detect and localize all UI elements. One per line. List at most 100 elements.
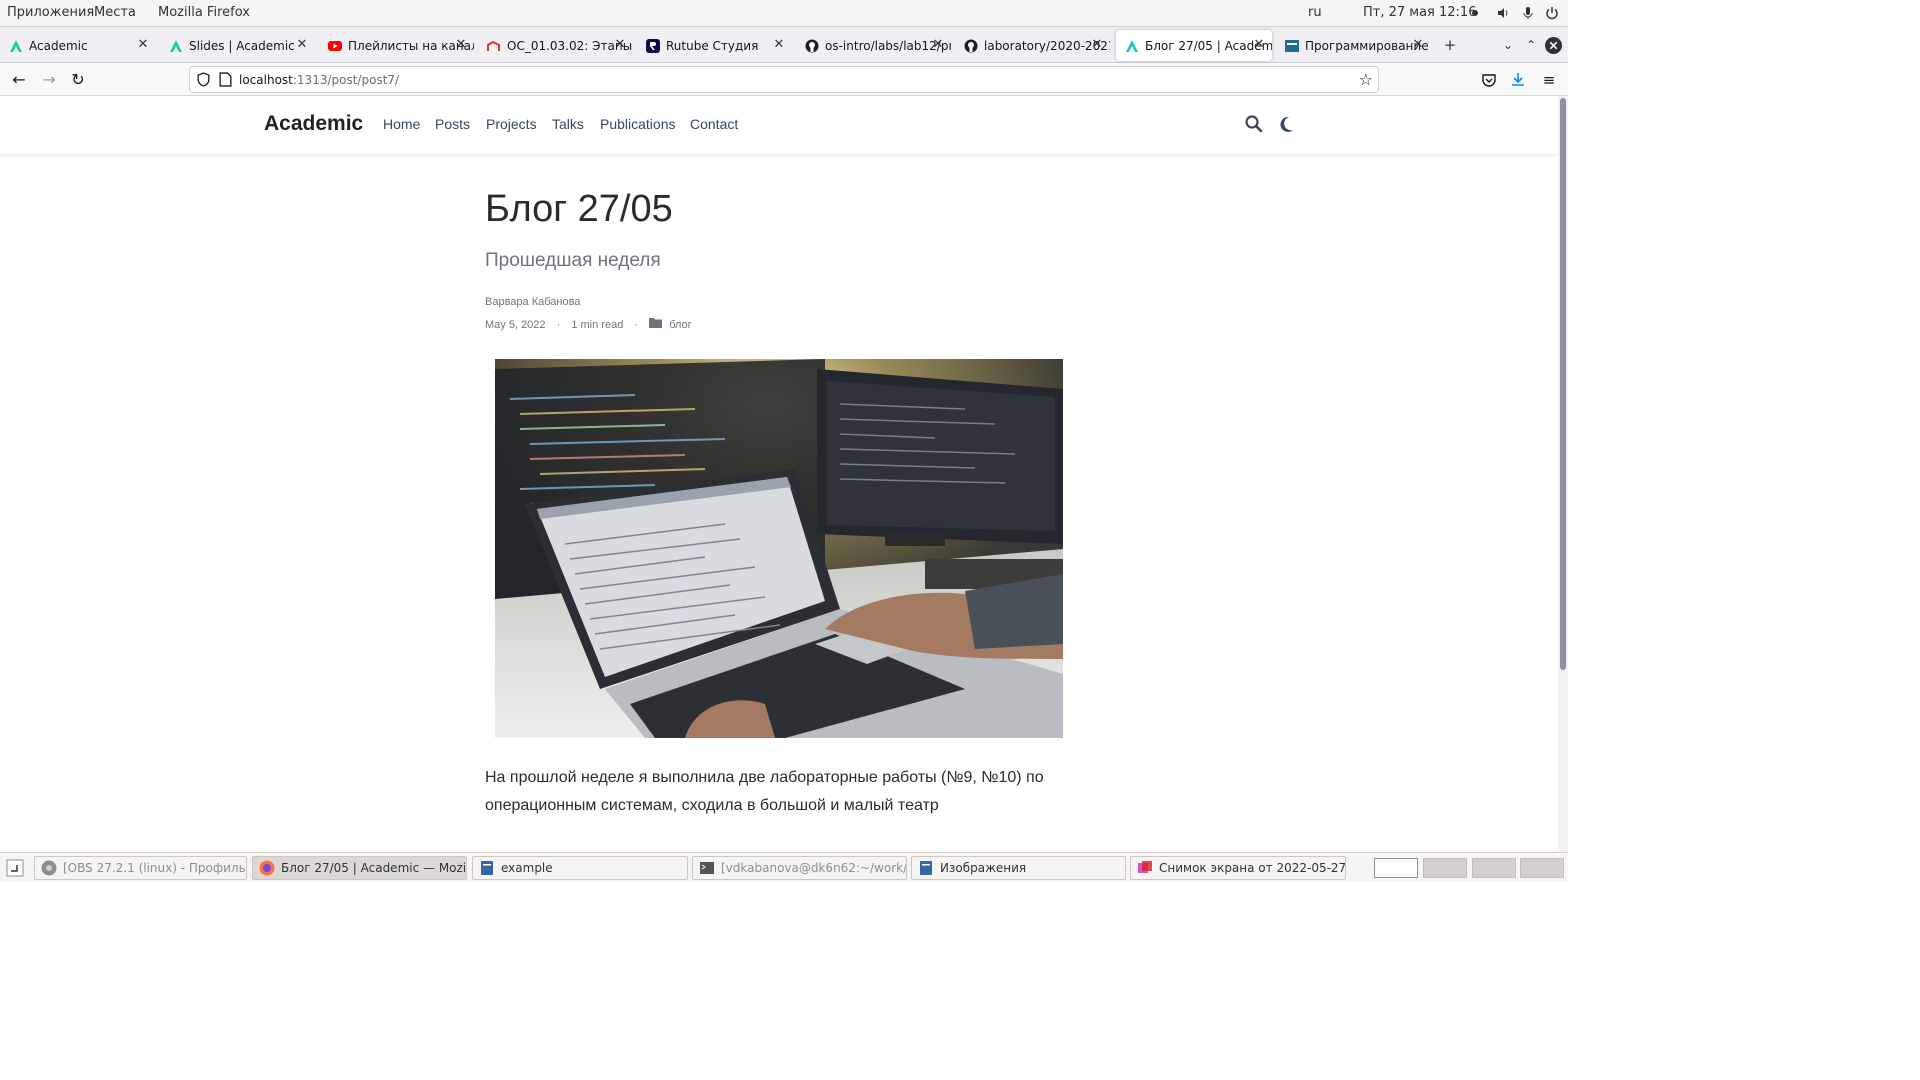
terminal-icon	[700, 862, 714, 874]
scrollbar-thumb[interactable]	[1560, 98, 1566, 670]
browser-toolbar: ← → ↻ localhost:1313/post/post7/ ☆ ≡	[0, 63, 1568, 96]
post-subtitle: Прошедшая неделя	[485, 250, 661, 271]
list-tabs-chevron-icon[interactable]: ⌄	[1498, 35, 1518, 55]
nav-home[interactable]: Home	[383, 116, 420, 132]
tab-slides-academic[interactable]: Slides | Academic ✕	[160, 30, 315, 61]
forward-arrow-icon[interactable]: →	[38, 69, 60, 91]
post-title: Блог 27/05	[485, 188, 673, 230]
tab-youtube-playlists[interactable]: Плейлисты на канал ✕	[319, 30, 474, 61]
task-label: [OBS 27.2.1 (linux) - Профиль: Бе...	[63, 861, 247, 875]
site-brand[interactable]: Academic	[264, 112, 363, 136]
task-images[interactable]: Изображения	[911, 856, 1126, 880]
tab-rutube-studio[interactable]: Rutube Студия ✕	[637, 30, 792, 61]
nav-posts[interactable]: Posts	[435, 116, 470, 132]
document-icon	[920, 861, 932, 875]
workspace-1[interactable]	[1374, 858, 1418, 878]
window-list-taskbar: [OBS 27.2.1 (linux) - Профиль: Бе... Бло…	[0, 852, 1568, 882]
featured-image-laptop-code	[495, 359, 1063, 738]
nav-publications[interactable]: Publications	[600, 116, 676, 132]
meta-separator: ·	[556, 319, 561, 332]
task-firefox[interactable]: Блог 27/05 | Academic — Mozilla ...	[252, 856, 467, 880]
workspace-4[interactable]	[1520, 858, 1564, 878]
folder-icon	[649, 318, 663, 328]
close-icon[interactable]: ✕	[931, 38, 945, 52]
site-icon	[1285, 39, 1299, 52]
nav-projects[interactable]: Projects	[486, 116, 537, 132]
task-screenshot[interactable]: Снимок экрана от 2022-05-27 12-...	[1130, 856, 1346, 880]
close-icon[interactable]: ✕	[1252, 38, 1266, 52]
post-body: На прошлой неделе я выполнила две лабора…	[485, 769, 1044, 814]
task-terminal[interactable]: [vdkabanova@dk6n62:~/work/stu...	[692, 856, 907, 880]
rutube-icon	[646, 38, 660, 53]
tab-programming[interactable]: Программирование ✕	[1276, 30, 1431, 61]
close-icon[interactable]: ✕	[613, 38, 627, 52]
back-arrow-icon[interactable]: ←	[8, 69, 30, 91]
tab-academic[interactable]: Academic ✕	[0, 30, 156, 61]
task-label: example	[501, 861, 553, 875]
tab-os-course[interactable]: ОС_01.03.02: Этапы р ✕	[478, 30, 633, 61]
task-label: Изображения	[940, 861, 1027, 875]
close-icon[interactable]: ✕	[1411, 38, 1425, 52]
power-icon[interactable]	[1545, 6, 1559, 20]
places-menu[interactable]: Места	[94, 5, 136, 20]
url-text[interactable]: localhost:1313/post/post7/	[239, 73, 399, 87]
url-host: localhost	[239, 73, 293, 87]
post-date: May 5, 2022	[485, 319, 546, 332]
clock[interactable]: Пт, 27 мая 12:16	[1363, 5, 1476, 20]
applications-menu[interactable]: Приложения	[7, 5, 94, 20]
bookmark-star-icon[interactable]: ☆	[1359, 70, 1373, 89]
meta-separator: ·	[634, 319, 639, 332]
pocket-icon[interactable]	[1481, 72, 1497, 88]
nav-talks[interactable]: Talks	[552, 116, 584, 132]
firefox-icon	[259, 860, 275, 876]
dark-mode-moon-icon[interactable]	[1276, 114, 1296, 134]
keyboard-language[interactable]: ru	[1308, 5, 1322, 20]
post-author[interactable]: Варвара Кабанова	[485, 296, 580, 308]
close-icon[interactable]: ✕	[1090, 38, 1104, 52]
page-info-icon[interactable]	[219, 72, 232, 87]
workspace-3[interactable]	[1472, 858, 1516, 878]
record-indicator-icon	[1472, 10, 1478, 16]
search-icon[interactable]	[1244, 114, 1264, 134]
microphone-icon[interactable]	[1521, 6, 1535, 20]
address-bar[interactable]: localhost:1313/post/post7/ ☆	[189, 66, 1379, 93]
task-label: Блог 27/05 | Academic — Mozilla ...	[281, 861, 467, 875]
downloads-icon[interactable]	[1510, 71, 1526, 87]
tab-github-laboratory[interactable]: laboratory/2020-2021 ✕	[955, 30, 1110, 61]
close-icon[interactable]: ✕	[295, 38, 309, 52]
task-example[interactable]: example	[472, 856, 688, 880]
moodle-icon	[487, 40, 500, 51]
url-path: :1313/post/post7/	[292, 73, 400, 87]
post-category[interactable]: блог	[669, 319, 691, 331]
volume-icon[interactable]	[1496, 6, 1510, 20]
academic-icon	[170, 39, 182, 52]
shield-icon[interactable]	[196, 72, 211, 87]
youtube-icon	[328, 40, 342, 51]
new-tab-button[interactable]: +	[1440, 35, 1460, 55]
close-icon[interactable]: ✕	[136, 38, 150, 52]
screenshot-icon	[1138, 861, 1152, 873]
nav-contact[interactable]: Contact	[690, 116, 738, 132]
post-meta: May 5, 2022 · 1 min read · блог	[485, 317, 692, 331]
window-close-icon[interactable]	[1545, 37, 1562, 54]
web-page: Academic Home Posts Projects Talks Publi…	[0, 96, 1558, 852]
post-read-time: 1 min read	[571, 319, 624, 332]
close-icon[interactable]: ✕	[454, 38, 468, 52]
browser-tab-strip: Academic ✕ Slides | Academic ✕ Плейлисты…	[0, 27, 1568, 63]
close-icon[interactable]: ✕	[772, 38, 786, 52]
obs-icon	[41, 860, 57, 876]
workspace-2[interactable]	[1423, 858, 1467, 878]
show-desktop-icon[interactable]	[6, 859, 24, 877]
window-maximize-icon[interactable]: ⌃	[1521, 35, 1541, 55]
github-icon	[964, 39, 978, 52]
page-scrollbar[interactable]	[1558, 96, 1568, 852]
task-obs[interactable]: [OBS 27.2.1 (linux) - Профиль: Бе...	[34, 856, 247, 880]
tab-blog-active[interactable]: Блог 27/05 | Academi ✕	[1116, 30, 1272, 61]
hamburger-menu-icon[interactable]: ≡	[1538, 69, 1560, 91]
tab-github-lab12[interactable]: os-intro/labs/lab12/pr ✕	[796, 30, 951, 61]
document-icon	[481, 861, 493, 875]
active-app-title[interactable]: Mozilla Firefox	[158, 5, 250, 20]
reload-icon[interactable]: ↻	[67, 69, 89, 91]
github-icon	[805, 39, 819, 52]
system-top-bar: Приложения Места Mozilla Firefox ru Пт, …	[0, 0, 1568, 27]
